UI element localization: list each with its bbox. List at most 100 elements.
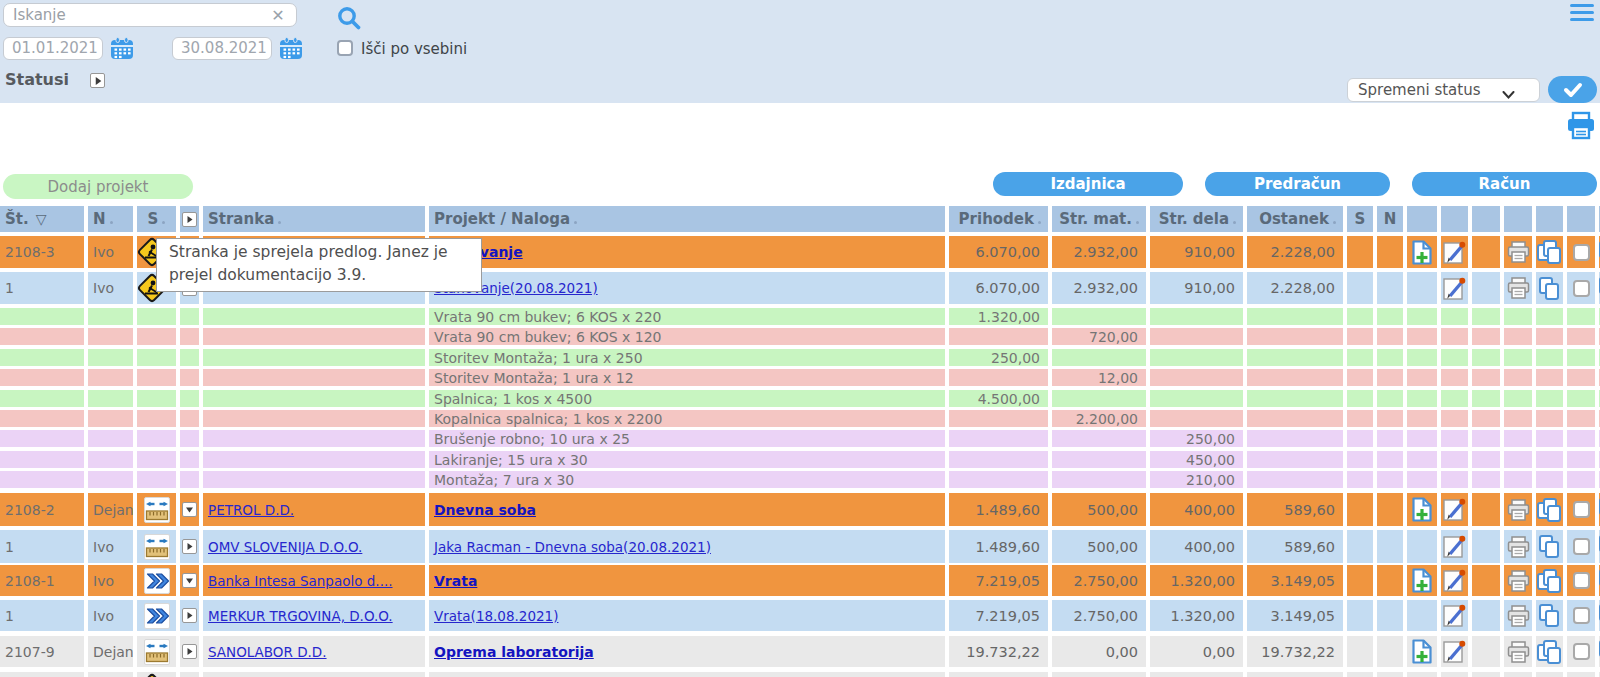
row-checkbox[interactable] xyxy=(1573,572,1590,589)
header-label[interactable]: Str. dela xyxy=(1159,210,1236,228)
edit-icon[interactable] xyxy=(1442,639,1467,664)
cell-projekt: Vrata(18.08.2021) xyxy=(429,600,945,631)
stranka-link[interactable]: PETROL D.D. xyxy=(208,502,294,518)
stranka-link[interactable]: Banka Intesa Sanpaolo d.... xyxy=(208,573,393,589)
projekt-link[interactable]: Jaka Racman - Dnevna soba(20.08.2021) xyxy=(434,539,711,555)
header-label[interactable]: Prihodek xyxy=(959,210,1041,228)
expand-row-button[interactable] xyxy=(182,644,197,659)
row-checkbox[interactable] xyxy=(1573,538,1590,555)
copy-stack-icon[interactable] xyxy=(1536,239,1563,265)
cell-arr xyxy=(180,328,199,345)
predracun-button[interactable]: Predračun xyxy=(1205,172,1390,196)
stranka-link[interactable]: OMV SLOVENIJA D.O.O. xyxy=(208,539,362,555)
header-label[interactable]: Št. xyxy=(5,210,29,228)
cell-str_mat xyxy=(1052,430,1146,447)
print-icon[interactable] xyxy=(1506,240,1531,264)
header-label[interactable]: S xyxy=(1355,210,1366,228)
date-to-input[interactable]: 30.08.2021 xyxy=(172,37,272,60)
search-input[interactable]: Iskanje xyxy=(3,3,297,27)
projekt-link[interactable]: Dnevna soba xyxy=(434,502,536,518)
cell-n: Ivo xyxy=(88,530,133,563)
roadworks-icon[interactable] xyxy=(137,672,168,677)
row-checkbox[interactable] xyxy=(1573,501,1590,518)
chevrons-icon[interactable] xyxy=(144,568,170,594)
row-checkbox[interactable] xyxy=(1573,607,1590,624)
print-icon[interactable] xyxy=(1506,276,1531,300)
calendar-to-icon[interactable] xyxy=(279,37,303,64)
header-label[interactable]: Str. mat. xyxy=(1059,210,1139,228)
search-content-checkbox[interactable] xyxy=(337,40,353,56)
cell-prihodek: 1.489,60 xyxy=(949,493,1048,526)
header-label[interactable]: Ostanek xyxy=(1259,210,1336,228)
expand-all-button[interactable] xyxy=(182,212,197,227)
stranka-link[interactable]: SANOLABOR D.D. xyxy=(208,644,327,660)
print-icon[interactable] xyxy=(1506,498,1531,522)
ruler-icon[interactable] xyxy=(144,497,170,523)
add-project-button[interactable]: Dodaj projekt xyxy=(3,174,193,199)
apply-status-button[interactable] xyxy=(1548,76,1597,103)
racun-button[interactable]: Račun xyxy=(1412,172,1597,196)
amount-str_dela: 400,00 xyxy=(1184,502,1235,518)
ruler-icon[interactable] xyxy=(144,534,170,560)
edit-icon[interactable] xyxy=(1442,240,1467,265)
copy-stack-icon[interactable] xyxy=(1536,497,1563,523)
collapse-row-button[interactable] xyxy=(182,502,197,517)
edit-icon[interactable] xyxy=(1442,568,1467,593)
statusi-label: Statusi xyxy=(5,70,69,89)
add-document-icon[interactable] xyxy=(1410,638,1435,665)
cell-i0 xyxy=(1407,471,1437,488)
row-checkbox[interactable] xyxy=(1573,643,1590,660)
edit-icon[interactable] xyxy=(1442,534,1467,559)
expand-row-button[interactable] xyxy=(182,608,197,623)
search-icon[interactable] xyxy=(336,5,362,35)
copy-icon[interactable] xyxy=(1537,276,1562,301)
copy-stack-icon[interactable] xyxy=(1536,568,1563,594)
print-icon[interactable] xyxy=(1506,569,1531,593)
stranka-link[interactable]: MERKUR TRGOVINA, D.O.O. xyxy=(208,608,393,624)
edit-icon[interactable] xyxy=(1442,603,1467,628)
header-label[interactable]: Stranka xyxy=(208,210,281,228)
print-icon[interactable] xyxy=(1506,640,1531,664)
izdajnica-button[interactable]: Izdajnica xyxy=(993,172,1183,196)
chevrons-icon[interactable] xyxy=(144,603,170,629)
projekt-link[interactable]: Vrata(18.08.2021) xyxy=(434,608,558,624)
copy-stack-icon[interactable] xyxy=(1536,639,1563,665)
header-label[interactable]: N xyxy=(1384,210,1397,228)
cell-st xyxy=(0,451,84,468)
expand-row-button[interactable] xyxy=(182,539,197,554)
header-label[interactable]: N xyxy=(93,210,113,228)
ruler-icon[interactable] xyxy=(144,639,170,665)
add-document-icon[interactable] xyxy=(1410,567,1435,594)
print-icon[interactable] xyxy=(1506,535,1531,559)
cell-n2 xyxy=(1377,565,1403,596)
cell-projekt: Oprema laboratorija xyxy=(429,636,945,667)
amount-prihodek: 7.219,05 xyxy=(975,573,1040,589)
row-checkbox[interactable] xyxy=(1573,244,1590,261)
edit-icon[interactable] xyxy=(1442,276,1467,301)
edit-icon[interactable] xyxy=(1442,497,1467,522)
copy-icon[interactable] xyxy=(1537,603,1562,628)
print-icon[interactable] xyxy=(1566,111,1596,144)
date-from-input[interactable]: 01.01.2021 xyxy=(3,37,103,60)
add-document-icon[interactable] xyxy=(1410,239,1435,266)
cell-arr xyxy=(180,530,199,563)
copy-icon[interactable] xyxy=(1537,534,1562,559)
sort-descending-icon[interactable]: ▽ xyxy=(36,211,47,227)
collapse-row-button[interactable] xyxy=(182,573,197,588)
cell-stranka: OMV SLOVENIJA D.O.O. xyxy=(203,530,425,563)
row-checkbox[interactable] xyxy=(1573,280,1590,297)
projekt-link[interactable]: Vrata xyxy=(434,573,477,589)
header-label[interactable]: S xyxy=(148,210,166,228)
cell-i1 xyxy=(1441,530,1468,563)
add-document-icon[interactable] xyxy=(1410,496,1435,523)
cell-ostanek: 2.228,00 xyxy=(1247,236,1343,268)
print-icon[interactable] xyxy=(1506,604,1531,628)
cell-arr xyxy=(180,308,199,325)
header-n: N xyxy=(88,206,133,232)
projekt-link[interactable]: Oprema laboratorija xyxy=(434,644,594,660)
clear-search-icon[interactable]: ✕ xyxy=(266,3,290,27)
statusi-expand-button[interactable] xyxy=(90,73,105,88)
header-label[interactable]: Projekt / Naloga xyxy=(434,210,577,228)
menu-icon[interactable] xyxy=(1570,4,1594,25)
calendar-from-icon[interactable] xyxy=(110,37,134,64)
